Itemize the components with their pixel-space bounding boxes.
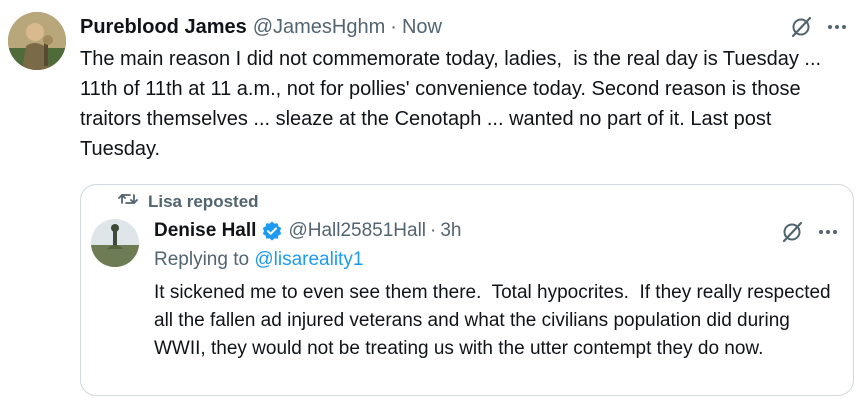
quoted-display-name[interactable]: Denise Hall [154, 220, 256, 242]
quoted-user-handle[interactable]: @Hall25851Hall [288, 220, 426, 242]
more-icon[interactable] [826, 16, 848, 38]
quoted-avatar[interactable] [91, 219, 139, 267]
user-handle[interactable]: @JamesHghm [253, 16, 386, 39]
avatar[interactable] [8, 12, 66, 70]
grok-icon[interactable] [781, 221, 803, 243]
tweet-header: Pureblood James @JamesHghm · Now [80, 12, 848, 42]
grok-icon[interactable] [790, 16, 812, 38]
replying-to-prefix: Replying to [154, 249, 255, 270]
separator-dot: · [430, 220, 437, 241]
quoted-timestamp[interactable]: 3h [440, 220, 461, 242]
replying-to: Replying to @lisareality1 [154, 249, 363, 271]
quoted-tweet-text: It sickened me to even see them there. T… [154, 282, 836, 359]
timestamp[interactable]: Now [402, 16, 442, 39]
more-icon[interactable] [817, 221, 839, 243]
header-actions [790, 16, 848, 38]
replying-to-handle-link[interactable]: @lisareality1 [254, 249, 363, 270]
separator-dot: · [390, 15, 397, 38]
verified-badge-icon [261, 220, 283, 242]
display-name[interactable]: Pureblood James [80, 16, 247, 39]
quoted-tweet-header: Denise Hall @Hall25851Hall · 3h [154, 217, 839, 245]
repost-indicator: Lisa reposted [118, 191, 259, 212]
quoted-tweet-card[interactable]: Lisa reposted Denise Hall @Hall25851Hall… [80, 184, 854, 396]
quoted-header-actions [781, 221, 839, 243]
repost-label[interactable]: Lisa reposted [148, 192, 259, 212]
repost-icon [118, 191, 138, 212]
tweet-text: The main reason I did not commemorate to… [80, 48, 827, 160]
